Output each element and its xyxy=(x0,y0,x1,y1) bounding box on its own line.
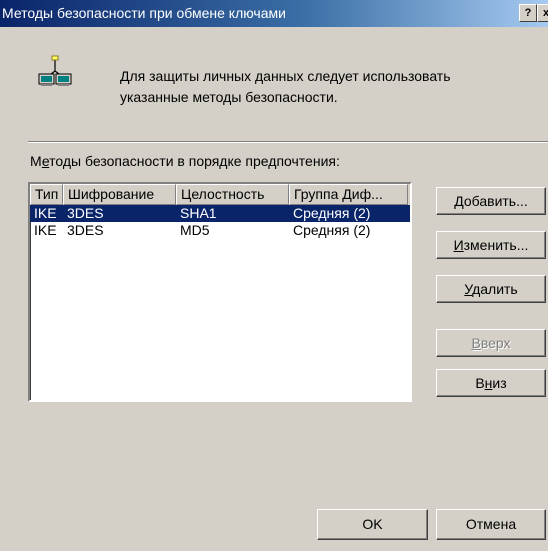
delete-button[interactable]: Удалить xyxy=(436,275,546,303)
info-text: Для защиты личных данных следует использ… xyxy=(120,66,530,108)
button-accelerator: И xyxy=(453,237,464,253)
ike-security-methods-dialog: Методы безопасности при обмене ключами ?… xyxy=(0,0,548,551)
cell-encryption: 3DES xyxy=(67,222,104,238)
label-part: М xyxy=(30,153,42,169)
window-title: Методы безопасности при обмене ключами xyxy=(2,5,286,21)
cell-encryption: 3DES xyxy=(67,205,104,221)
cell-integrity: MD5 xyxy=(180,222,210,238)
column-header-integrity[interactable]: Целостность xyxy=(176,184,289,205)
network-computers-icon xyxy=(38,55,72,86)
column-header-encryption[interactable]: Шифрование xyxy=(63,184,176,205)
button-accelerator: Д xyxy=(454,193,464,209)
cell-type: IKE xyxy=(34,205,57,221)
button-accelerator: В xyxy=(471,335,481,351)
title-bar[interactable]: Методы безопасности при обмене ключами ?… xyxy=(0,0,548,27)
button-label: верх xyxy=(480,335,511,351)
column-header-dh-group[interactable]: Группа Диф... xyxy=(289,184,408,205)
button-label: зменить... xyxy=(463,237,529,253)
edit-button[interactable]: Изменить... xyxy=(436,231,546,259)
cancel-button[interactable]: Отмена xyxy=(436,509,546,540)
security-methods-list[interactable]: Тип Шифрование Целостность Группа Диф...… xyxy=(28,182,412,402)
help-button[interactable]: ? xyxy=(519,4,537,22)
button-label: В xyxy=(475,375,485,391)
ok-button[interactable]: OK xyxy=(317,509,428,540)
cell-dh-group: Средняя (2) xyxy=(293,222,371,238)
cell-integrity: SHA1 xyxy=(180,205,217,221)
column-header-type[interactable]: Тип xyxy=(30,184,63,205)
info-line-2: указанные методы безопасности. xyxy=(120,89,338,105)
separator xyxy=(28,141,548,143)
button-accelerator: У xyxy=(464,281,473,297)
button-label: из xyxy=(492,375,507,391)
list-row[interactable]: IKE 3DES MD5 Средняя (2) xyxy=(30,222,410,239)
cell-dh-group: Средняя (2) xyxy=(293,205,371,221)
move-down-button[interactable]: Вниз xyxy=(436,369,546,397)
list-header: Тип Шифрование Целостность Группа Диф... xyxy=(30,184,410,205)
label-part: тоды безопасности в порядке предпочтения… xyxy=(49,153,340,169)
cell-type: IKE xyxy=(34,222,57,238)
button-label: обавить... xyxy=(463,193,528,209)
button-label: далить xyxy=(472,281,518,297)
add-button[interactable]: Добавить... xyxy=(436,187,546,215)
info-line-1: Для защиты личных данных следует использ… xyxy=(120,68,451,84)
methods-list-label: Методы безопасности в порядке предпочтен… xyxy=(30,153,340,169)
list-row-selected[interactable]: IKE 3DES SHA1 Средняя (2) xyxy=(30,205,410,222)
close-button[interactable]: x xyxy=(537,4,548,22)
move-up-button[interactable]: Вверх xyxy=(436,329,546,357)
